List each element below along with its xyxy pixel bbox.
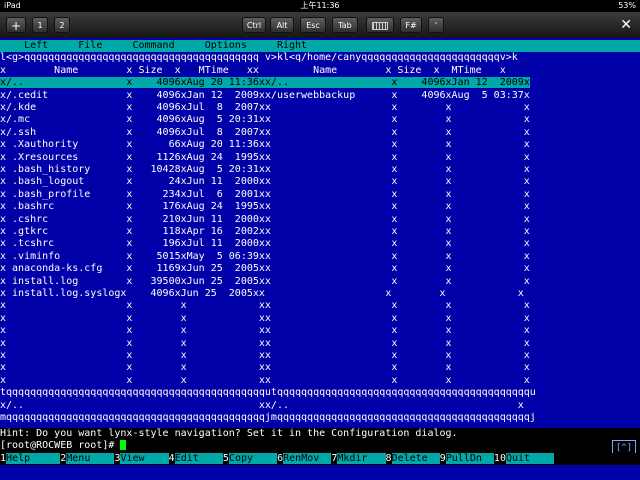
fkey-number: 8 xyxy=(385,452,392,464)
f2-menu-button[interactable]: Menu xyxy=(66,452,91,464)
empty-row: x x x xx x x x xyxy=(0,362,530,374)
empty-row: x x x xx x x x xyxy=(0,350,530,361)
empty-row: x x x xx x x x xyxy=(0,300,530,312)
close-icon[interactable]: ✕ xyxy=(620,16,632,34)
f5-copy-button[interactable]: Copy xyxy=(228,452,254,464)
new-session-button[interactable]: + xyxy=(6,17,26,33)
text-cursor xyxy=(120,440,127,451)
f3-view-button[interactable]: View xyxy=(120,452,145,464)
f6-renmov-button[interactable]: RenMov xyxy=(283,452,320,464)
quote-key-button[interactable]: ' xyxy=(428,17,444,33)
f10-quit-button[interactable]: Quit xyxy=(505,452,531,464)
terminal-toolbar: + 1 2 Ctrl Alt Esc Tab F# ' ✕ xyxy=(0,12,640,38)
file-row[interactable]: x .tcshrc x 196xJul 11 2000xx x x x xyxy=(0,238,640,250)
fkey-number: 4 xyxy=(168,452,175,464)
file-row[interactable]: x .bashrc x 176xAug 24 1995xx x x x xyxy=(0,201,640,213)
ios-status-bar: iPad 上午11:36 53% xyxy=(0,0,640,12)
empty-row: x x x xx x x x xyxy=(0,374,530,386)
clock: 上午11:36 xyxy=(300,1,340,10)
alt-key-button[interactable]: Alt xyxy=(270,17,294,33)
file-row[interactable]: x .viminfo x 5015xMay 5 06:39xx x x x xyxy=(0,251,640,263)
function-key-button[interactable]: F# xyxy=(400,17,422,33)
file-row[interactable]: x anaconda-ks.cfg x 1169xJun 25 2005xx x… xyxy=(0,263,640,275)
file-row[interactable]: x .bash_profile x 234xJul 6 2001xx x x x xyxy=(0,189,640,201)
hint-line: Hint: Do you want lynx-style navigation?… xyxy=(0,428,640,441)
f4-edit-button[interactable]: Edit xyxy=(174,452,199,464)
f1-help-button[interactable]: Help xyxy=(6,452,31,464)
fkey-number: 9 xyxy=(439,452,446,464)
f9-pulldn-button[interactable]: PullDn xyxy=(445,452,482,464)
empty-row: x x x xx x x x xyxy=(0,312,530,324)
keyboard-icon xyxy=(372,21,388,30)
file-row[interactable]: x .bash_history x 10428xAug 5 20:31xx x … xyxy=(0,164,640,176)
file-row[interactable]: x .cshrc x 210xJun 11 2000xx x x x xyxy=(0,214,640,226)
keyboard-button[interactable] xyxy=(366,17,394,33)
panel-mini-status: x/.. xx/.. x xyxy=(0,399,524,411)
prompt-text: [root@ROCWEB root]# xyxy=(0,440,121,452)
file-row[interactable]: x install.log x 39500xJun 25 2005xx x x … xyxy=(0,276,640,288)
tab-key-button[interactable]: Tab xyxy=(332,17,358,33)
f8-delete-button[interactable]: Delete xyxy=(391,452,428,464)
f7-mkdir-button[interactable]: Mkdir xyxy=(337,452,368,464)
mc-menu-bar[interactable]: Left File Command Options Right xyxy=(0,40,640,53)
session-tab-2[interactable]: 2 xyxy=(54,17,70,33)
file-row[interactable]: x/.cedit x 4096xJan 12 2009xx/userwebbac… xyxy=(0,90,640,102)
file-row[interactable]: x/.ssh x 4096xJul 8 2007xx x x x xyxy=(0,127,640,139)
session-tab-1[interactable]: 1 xyxy=(32,17,48,33)
empty-row: x x x xx x x x xyxy=(0,337,530,349)
file-row[interactable]: x .gtkrc x 118xApr 16 2002xx x x x xyxy=(0,226,640,238)
file-row-selected[interactable]: x/.. x 4096xAug 20 11:36xx/.. x 4096xJan… xyxy=(0,77,640,89)
file-row[interactable]: x .bash_logout x 24xJun 11 2000xx x x x xyxy=(0,176,640,188)
panel-top-border: l<g>qqqqqqqqqqqqqqqqqqqqqqqqqqqqqqqqqqqq… xyxy=(0,52,518,64)
fkey-number: 10 xyxy=(493,452,506,464)
file-row[interactable]: x .Xauthority x 66xAug 20 11:36xx x x x xyxy=(0,139,640,151)
empty-row: x x x xx x x x xyxy=(0,325,530,337)
panel-column-headers: x Name x Size x MTime xx Name x Size x M… xyxy=(0,64,506,76)
file-row[interactable]: x/.mc x 4096xAug 5 20:31xx x x x xyxy=(0,114,640,126)
panel-separator: tqqqqqqqqqqqqqqqqqqqqqqqqqqqqqqqqqqqqqqq… xyxy=(0,387,536,399)
shell-prompt[interactable]: [root@ROCWEB root]# xyxy=(0,440,640,453)
file-row[interactable]: x install.log.syslogx 4096xJun 25 2005xx… xyxy=(0,288,640,300)
function-key-bar: 1Help 2Menu 3View 4Edit 5Copy 6RenMov 7M… xyxy=(0,452,640,466)
esc-key-button[interactable]: Esc xyxy=(300,17,326,33)
file-row[interactable]: x/.kde x 4096xJul 8 2007xx x x x xyxy=(0,102,640,114)
file-row[interactable]: x .Xresources x 1126xAug 24 1995xx x x x xyxy=(0,152,640,164)
panel-bottom-border: mqqqqqqqqqqqqqqqqqqqqqqqqqqqqqqqqqqqqqqq… xyxy=(0,412,536,423)
ctrl-key-button[interactable]: Ctrl xyxy=(242,17,266,33)
selected-entry[interactable]: x/.. x 4096xAug 20 11:36xx/.. x 4096xJan… xyxy=(0,77,530,89)
battery-level: 53% xyxy=(618,1,636,10)
terminal-screen[interactable]: Left File Command Options Right l<g>qqqq… xyxy=(0,38,640,480)
